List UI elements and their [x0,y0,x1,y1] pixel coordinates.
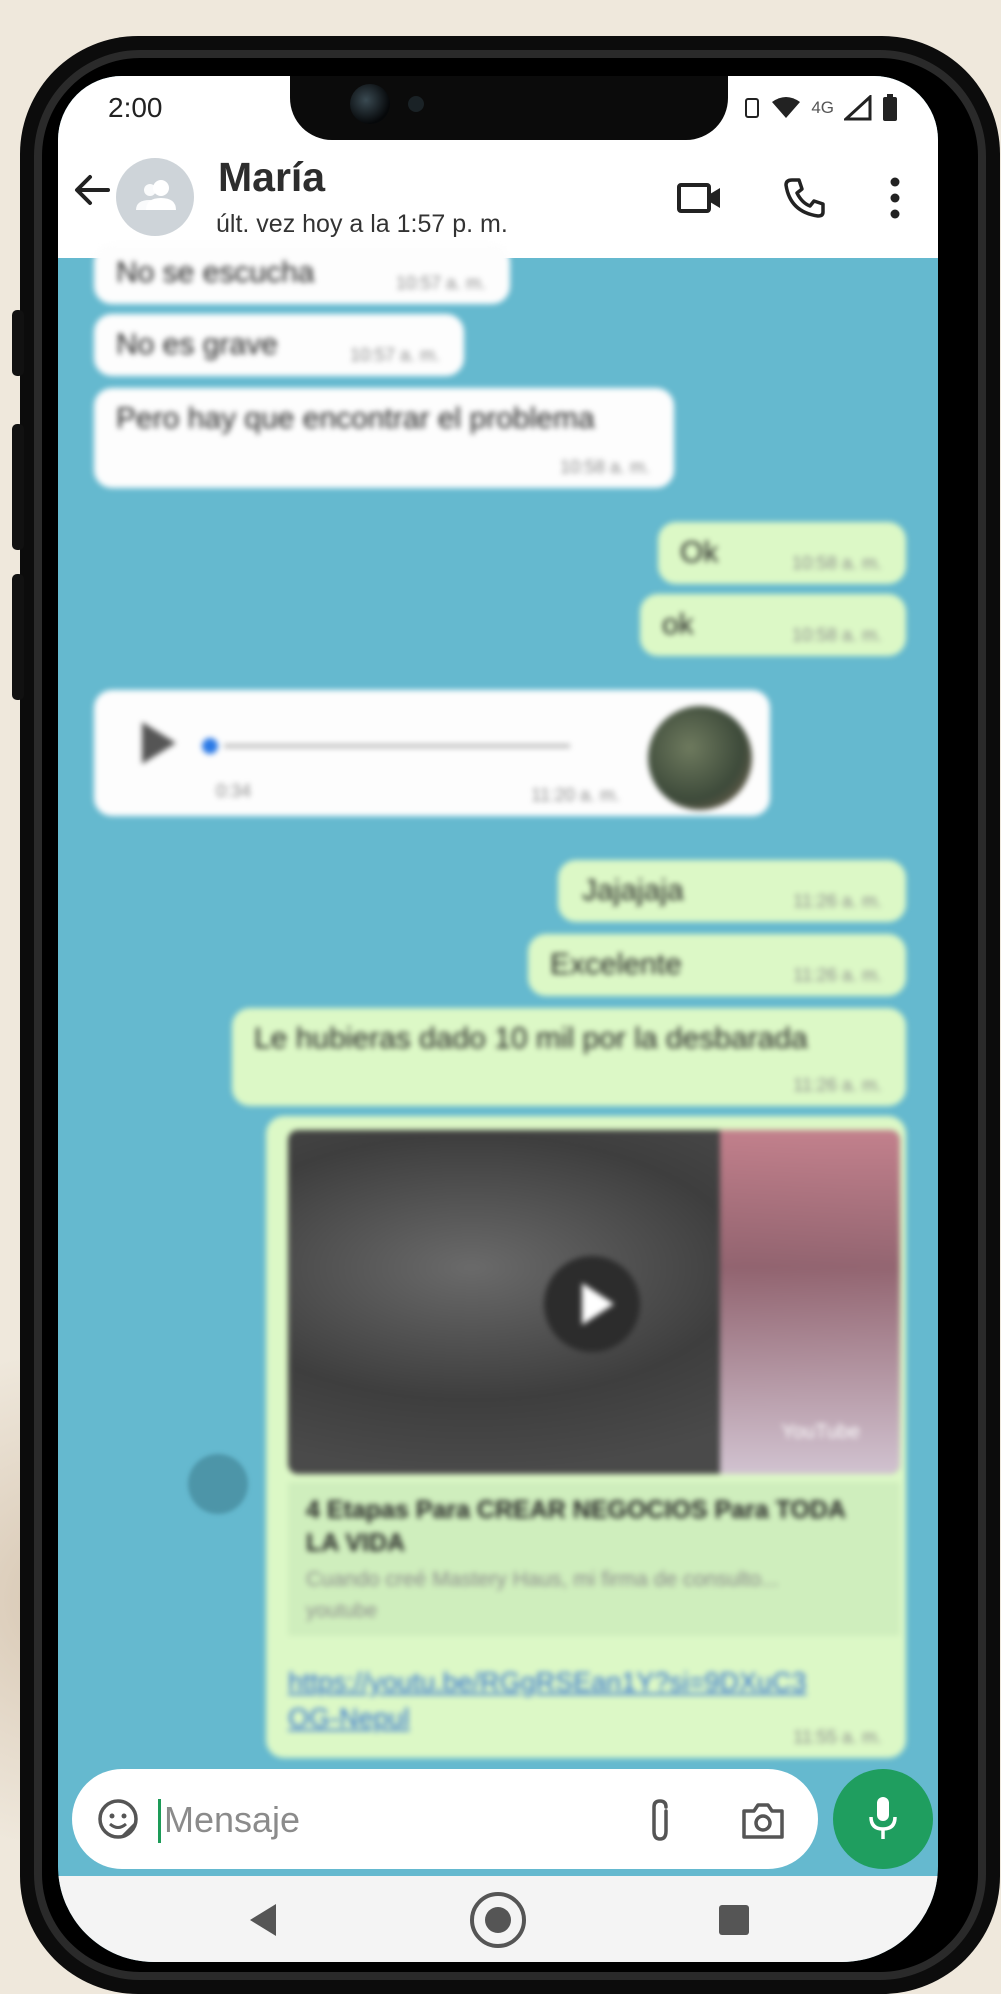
voice-call-icon[interactable] [782,176,826,220]
volume-up-button [12,424,24,550]
audio-waveform [224,744,570,748]
status-time: 2:00 [108,92,163,123]
phone-screen: 2:00 4G María últ. vez hoy a la 1:57 p. … [58,76,938,1962]
front-camera [350,84,390,124]
chat-messages-area[interactable]: No se escucha 10:57 a. m. No es grave 10… [58,244,938,1766]
more-options-icon[interactable] [888,176,902,220]
link-title: 4 Etapas Para CREAR NEGOCIOS Para TODA L… [306,1496,846,1557]
link-url[interactable]: https://youtu.be/RGgRSEan1Y?si=9DXuC3OG-… [288,1664,808,1736]
sender-avatar [648,706,752,810]
chat-header: María últ. vez hoy a la 1:57 p. m. [58,140,938,259]
signal-icon [844,95,872,121]
status-icons: 4G [743,94,898,122]
audio-progress-dot[interactable] [202,738,218,754]
camera-sensor [408,96,424,112]
sticker-icon[interactable] [96,1797,140,1841]
video-thumbnail[interactable]: YouTube [288,1130,900,1474]
video-call-icon[interactable] [676,180,724,216]
text-caret [158,1799,161,1843]
link-preview-card[interactable]: 4 Etapas Para CREAR NEGOCIOS Para TODA L… [288,1482,900,1636]
message-outgoing[interactable]: ok 10:58 a. m. [640,594,906,656]
volume-down-button [12,574,24,700]
wifi-icon [772,97,801,118]
message-input[interactable]: Mensaje [164,1799,300,1841]
network-type: 4G [811,98,834,117]
system-nav-bar [58,1876,938,1962]
play-icon[interactable] [138,720,178,766]
contact-avatar[interactable] [116,158,194,236]
link-preview-message[interactable]: YouTube 4 Etapas Para CREAR NEGOCIOS Par… [266,1116,906,1758]
nav-recents-icon[interactable] [718,1904,750,1936]
nav-home-icon[interactable] [468,1890,528,1950]
group-avatar-icon [136,180,176,210]
video-play-icon[interactable] [544,1256,640,1352]
forward-icon[interactable] [188,1454,248,1514]
message-incoming[interactable]: No es grave 10:57 a. m. [94,314,464,376]
message-incoming[interactable]: Pero hay que encontrar el problema 10:58… [94,388,674,488]
nav-back-icon[interactable] [248,1902,278,1938]
battery-icon [883,94,897,121]
attach-icon[interactable] [646,1797,674,1843]
link-domain: youtube [306,1600,378,1622]
message-outgoing[interactable]: Excelente 11:26 a. m. [528,934,906,996]
message-outgoing[interactable]: Ok 10:58 a. m. [658,522,906,584]
camera-icon[interactable] [740,1799,786,1841]
voice-record-button[interactable] [833,1769,933,1869]
vibrate-icon [745,98,760,118]
side-button [12,310,24,376]
mic-icon [869,1797,897,1839]
message-incoming[interactable]: No se escucha 10:57 a. m. [94,244,510,304]
back-arrow-icon[interactable] [72,170,112,210]
last-seen-status: últ. vez hoy a la 1:57 p. m. [216,210,508,238]
contact-name[interactable]: María [218,154,325,201]
message-composer[interactable]: Mensaje [72,1769,818,1869]
voice-message[interactable]: 0:34 11:20 a. m. [94,690,770,816]
link-description: Cuando creé Mastery Haus, mi firma de co… [306,1568,779,1591]
youtube-logo: YouTube [781,1421,860,1443]
message-outgoing[interactable]: Le hubieras dado 10 mil por la desbarada… [232,1008,906,1106]
message-outgoing[interactable]: Jajajaja 11:26 a. m. [558,860,906,922]
